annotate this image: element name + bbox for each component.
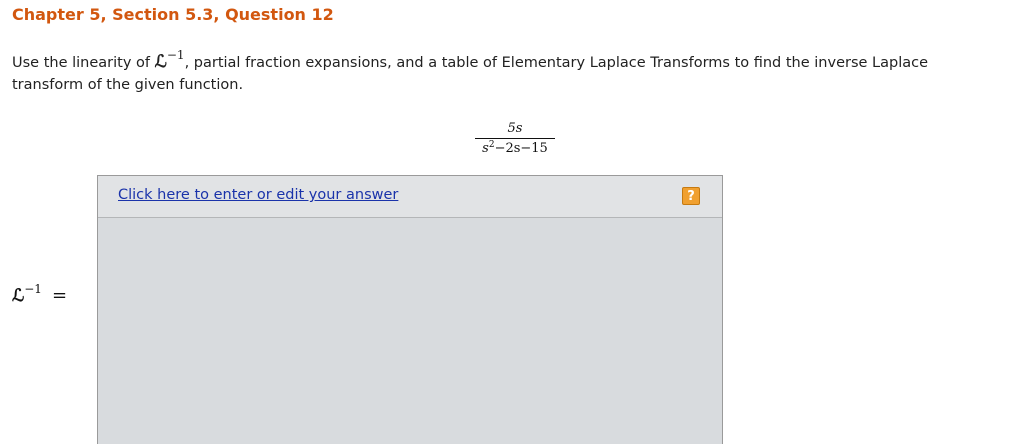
laplace-operator-exponent: −1 — [166, 48, 185, 62]
fraction-denominator: s2−2s−15 — [475, 141, 555, 157]
question-heading: Chapter 5, Section 5.3, Question 12 — [12, 5, 334, 24]
laplace-operator-symbol: ℒ — [154, 52, 167, 72]
lhs-operator-exponent: −1 — [24, 282, 42, 296]
denominator-rest: −2s−15 — [494, 141, 548, 156]
denominator-base: s — [482, 141, 489, 156]
lhs-equals-sign: = — [51, 285, 68, 306]
fraction-bar — [475, 138, 555, 139]
answer-box-header: Click here to enter or edit your answer … — [98, 176, 722, 218]
question-text: Use the linearity of ℒ−1, partial fracti… — [12, 49, 1002, 96]
fraction-numerator: 5s — [507, 121, 523, 136]
lhs-operator-symbol: ℒ — [12, 286, 25, 306]
question-text-before: Use the linearity of — [12, 55, 155, 71]
answer-box[interactable]: Click here to enter or edit your answer … — [97, 175, 723, 444]
answer-lhs: ℒ−1 = — [12, 282, 68, 306]
enter-answer-link[interactable]: Click here to enter or edit your answer — [118, 187, 398, 203]
answer-entry-area[interactable] — [98, 218, 722, 444]
given-function-fraction: 5s s2−2s−15 — [475, 121, 555, 157]
help-icon[interactable]: ? — [682, 187, 700, 205]
laplace-inverse-operator: ℒ−1 — [154, 49, 185, 72]
